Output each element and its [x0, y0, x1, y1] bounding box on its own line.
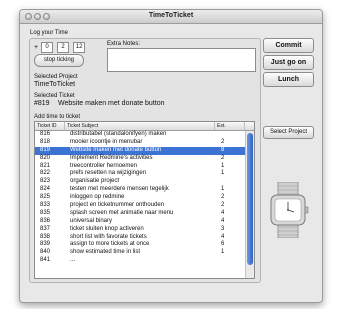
- ticket-subject-cell: project en ticketnummer onthouden: [70, 202, 165, 209]
- ticket-subject-cell: inloggen op redmine: [70, 194, 125, 201]
- estimate-cell: 1: [221, 249, 225, 256]
- lunch-button[interactable]: Lunch: [263, 72, 314, 87]
- extra-notes-field[interactable]: [107, 48, 256, 72]
- ticket-subject-cell: treecontroller hernoemen: [70, 162, 138, 169]
- ticket-id-cell: 840: [40, 249, 51, 256]
- table-row[interactable]: 840 show estimated time in list 1: [35, 249, 245, 257]
- selected-ticket-subject: Website maken met donate button: [58, 100, 165, 107]
- ticket-subject-cell: testen met meerdere mensen tegelijk: [70, 186, 169, 193]
- ticket-subject-cell: distributabel (standalonifyen) maken: [70, 131, 167, 137]
- estimate-cell: 6: [221, 241, 225, 248]
- add-time-label: Add time to ticket: [34, 114, 81, 120]
- table-row[interactable]: 833 project en ticketnummer onthouden 2: [35, 202, 245, 210]
- stop-ticking-button[interactable]: stop ticking: [34, 54, 84, 67]
- ticket-subject-cell: ticket sluiten knop activeren: [70, 225, 144, 232]
- ticket-table-rows: 816 distributabel (standalonifyen) maken 8…: [35, 131, 245, 265]
- ticket-subject-cell: prefs resetten na wijzigingen: [70, 170, 147, 177]
- ticket-subject-cell: organisatie project: [70, 178, 120, 185]
- ticket-id-cell: 818: [40, 138, 51, 145]
- table-row[interactable]: 835 splash screen met animatie naar menu 4: [35, 210, 245, 218]
- table-row[interactable]: 816 distributabel (standalonifyen) maken: [35, 131, 245, 139]
- scrollbar-thumb[interactable]: [247, 133, 253, 265]
- table-row[interactable]: 818 mooier icoontje in menubar 2: [35, 139, 245, 147]
- ticket-id-cell: 836: [40, 217, 51, 224]
- extra-notes-label: Extra Notes:: [107, 41, 141, 47]
- table-row[interactable]: 824 testen met meerdere mensen tegelijk 1: [35, 186, 245, 194]
- ticket-id-cell: 819: [40, 146, 51, 153]
- ticket-table-header: Ticket ID Ticket Subject Est.: [35, 122, 254, 131]
- ticket-table: Ticket ID Ticket Subject Est. 816 distrib…: [34, 121, 255, 279]
- ticket-id-cell: 816: [40, 131, 51, 137]
- ticket-subject-cell: universal binary: [70, 217, 113, 224]
- ticket-subject-cell: mooier icoontje in menubar: [70, 138, 143, 145]
- column-header-ticket-id[interactable]: Ticket ID: [35, 122, 65, 130]
- ticket-subject-cell: assign to more tickets at once: [70, 241, 150, 248]
- table-row[interactable]: 839 assign to more tickets at once 6: [35, 241, 245, 249]
- selected-project-label: Selected Project: [34, 74, 78, 80]
- estimate-cell: 2: [221, 194, 225, 201]
- timer-minutes-field[interactable]: 2: [57, 42, 70, 53]
- ticket-id-cell: 823: [40, 178, 51, 185]
- estimate-cell: 8: [221, 146, 225, 153]
- estimate-cell: 2: [221, 138, 225, 145]
- ticket-id-cell: 820: [40, 154, 51, 161]
- timer-display: + 0 2 12: [34, 42, 86, 53]
- ticket-subject-cell: Implement Redmine's activities: [70, 154, 153, 161]
- ticket-subject-cell: ...: [70, 257, 76, 264]
- ticket-id-cell: 825: [40, 194, 51, 201]
- commit-button[interactable]: Commit: [263, 38, 314, 53]
- ticket-id-cell: 838: [40, 233, 51, 240]
- log-time-group-label: Log your Time: [30, 30, 69, 36]
- ticket-subject-cell: short list with favorate tickets: [70, 233, 147, 240]
- estimate-cell: 1: [221, 170, 225, 177]
- table-row[interactable]: 838 short list with favorate tickets 4: [35, 234, 245, 242]
- app-window: TimeToTicket Log your Time + 0 2 12 stop…: [19, 9, 323, 303]
- estimate-cell: 3: [221, 225, 225, 232]
- ticket-id-cell: 835: [40, 209, 51, 216]
- window-title: TimeToTicket: [148, 12, 194, 19]
- estimate-cell: 4: [221, 209, 225, 216]
- table-row[interactable]: 836 universal binary 4: [35, 218, 245, 226]
- ticket-id-cell: 822: [40, 170, 51, 177]
- estimate-cell: 1: [221, 186, 225, 193]
- selected-ticket-label: Selected Ticket: [34, 93, 75, 99]
- estimate-cell: 4: [221, 217, 225, 224]
- ticket-subject-cell: Website maken met donate button: [70, 146, 162, 153]
- ticket-id-cell: 821: [40, 162, 51, 169]
- table-row[interactable]: 822 prefs resetten na wijzigingen 1: [35, 170, 245, 178]
- table-row[interactable]: 820 Implement Redmine's activities 2: [35, 155, 245, 163]
- ticket-subject-cell: show estimated time in list: [70, 249, 141, 256]
- table-row[interactable]: 819 Website maken met donate button 8: [35, 146, 245, 155]
- wristwatch-icon: [270, 182, 309, 238]
- ticket-table-scrollbar[interactable]: [245, 131, 254, 278]
- table-row[interactable]: 825 inloggen op redmine 2: [35, 194, 245, 202]
- just-go-on-button[interactable]: Just go on: [263, 55, 314, 70]
- table-row[interactable]: 837 ticket sluiten knop activeren 3: [35, 226, 245, 234]
- timer-plus-sign: +: [34, 44, 39, 51]
- select-project-button[interactable]: Select Project: [263, 126, 314, 139]
- column-header-ticket-subject[interactable]: Ticket Subject: [65, 122, 215, 130]
- selected-project-value: TimeToTicket: [34, 81, 76, 88]
- ticket-id-cell: 837: [40, 225, 51, 232]
- table-row[interactable]: 841...: [35, 257, 245, 265]
- estimate-cell: 2: [221, 154, 225, 161]
- ticket-id-cell: 839: [40, 241, 51, 248]
- title-bar: TimeToTicket: [20, 10, 322, 24]
- table-row[interactable]: 823 organisatie project: [35, 178, 245, 186]
- table-row[interactable]: 821 treecontroller hernoemen 1: [35, 163, 245, 171]
- ticket-id-cell: 833: [40, 202, 51, 209]
- estimate-cell: 2: [221, 202, 225, 209]
- estimate-cell: 4: [221, 233, 225, 240]
- timer-hours-field[interactable]: 0: [41, 42, 54, 53]
- ticket-subject-cell: splash screen met animatie naar menu: [70, 209, 174, 216]
- column-header-estimate[interactable]: Est.: [215, 122, 245, 130]
- ticket-id-cell: 841: [40, 257, 51, 264]
- ticket-id-cell: 824: [40, 186, 51, 193]
- timer-seconds-field[interactable]: 12: [73, 42, 86, 53]
- estimate-cell: 1: [221, 162, 225, 169]
- selected-ticket-id: #819: [34, 100, 50, 107]
